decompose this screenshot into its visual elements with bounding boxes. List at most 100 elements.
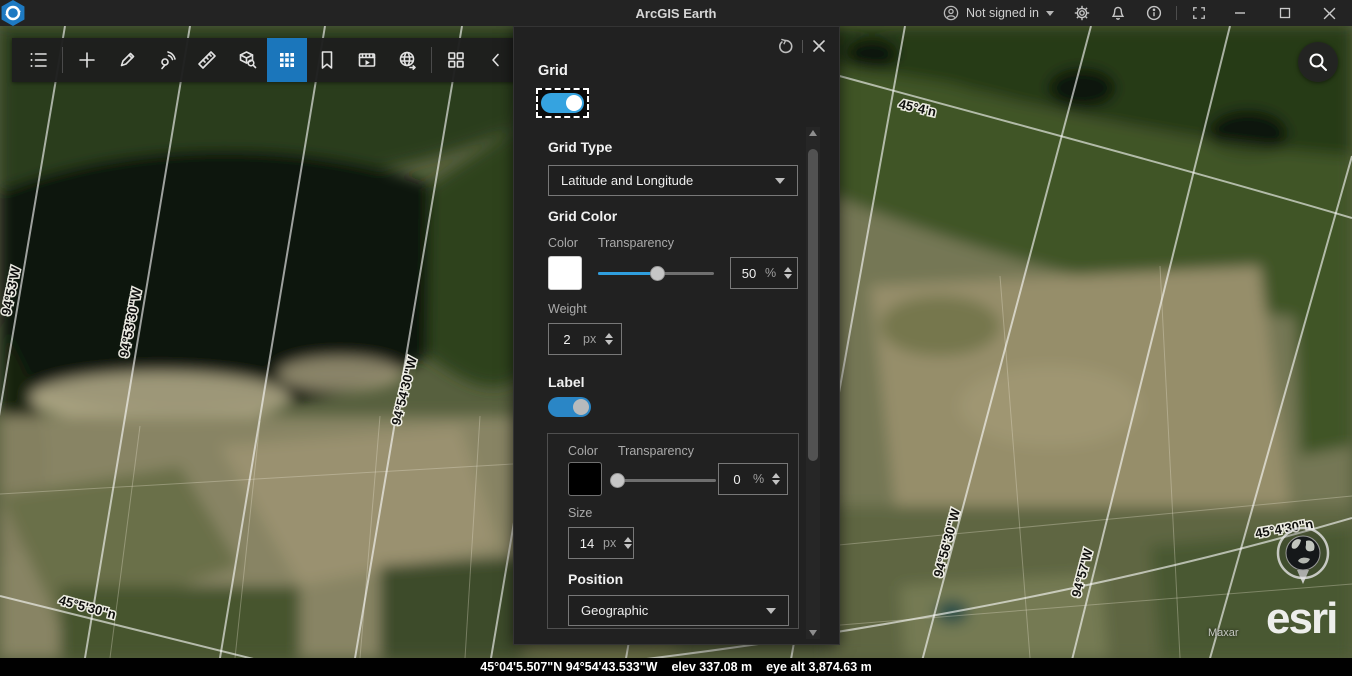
- label-color-label: Color: [568, 444, 598, 458]
- scroll-up-button[interactable]: [806, 127, 820, 139]
- spin-up-icon[interactable]: [605, 333, 613, 338]
- cube-search-icon: [236, 49, 258, 71]
- spinner-arrows[interactable]: [776, 267, 792, 279]
- info-icon: [1146, 5, 1162, 21]
- grid-type-value: Latitude and Longitude: [561, 173, 693, 188]
- panel-title: Grid: [538, 63, 568, 79]
- bookmark-icon: [316, 49, 338, 71]
- spinner-arrows[interactable]: [616, 537, 632, 549]
- pencil-icon: [116, 49, 138, 71]
- toolbar-grid[interactable]: [267, 38, 307, 82]
- toolbar-analysis[interactable]: [227, 38, 267, 82]
- sign-in-label: Not signed in: [966, 6, 1039, 20]
- apps-grid-icon: [445, 49, 467, 71]
- maximize-icon: [1279, 7, 1291, 19]
- label-color-swatch[interactable]: [568, 462, 602, 496]
- label-transparency-label: Transparency: [618, 444, 694, 458]
- close-window-button[interactable]: [1307, 0, 1352, 26]
- close-panel-button[interactable]: [810, 37, 828, 55]
- compass-icon: [1272, 524, 1334, 598]
- compass-navigator[interactable]: [1272, 524, 1334, 598]
- title-bar: ArcGIS Earth Not signed in: [0, 0, 1352, 26]
- spin-down-icon[interactable]: [772, 480, 780, 485]
- scrollbar-thumb[interactable]: [808, 149, 818, 461]
- spin-down-icon[interactable]: [605, 340, 613, 345]
- spin-down-icon[interactable]: [784, 274, 792, 279]
- ruler-icon: [196, 49, 218, 71]
- position-select[interactable]: Geographic: [568, 595, 789, 626]
- grid-type-select[interactable]: Latitude and Longitude: [548, 165, 798, 196]
- slider-track: [612, 479, 716, 482]
- toolbar-measure[interactable]: [187, 38, 227, 82]
- weight-spinner[interactable]: 2 px: [548, 323, 622, 355]
- bell-icon: [1110, 5, 1126, 21]
- label-toggle[interactable]: [548, 397, 591, 417]
- minimize-button[interactable]: [1217, 0, 1262, 26]
- about-button[interactable]: [1136, 0, 1172, 26]
- map-viewport[interactable]: 94°53'W94°53'30"W94°54'30"W94°56'30"W94°…: [0, 26, 1352, 658]
- add-icon: [76, 49, 98, 71]
- weight-value: 2: [557, 332, 577, 347]
- toggle-knob: [573, 399, 589, 415]
- label-transparency-unit: %: [753, 472, 764, 486]
- label-transparency-spinner[interactable]: 0 %: [718, 463, 788, 495]
- close-icon: [1323, 7, 1336, 20]
- grid-toggle-focus-ring: [536, 88, 589, 118]
- grid-settings-panel: Grid Grid Type Latitude and Longitude Gr…: [513, 26, 840, 645]
- label-transparency-slider[interactable]: [612, 471, 716, 489]
- grid-transparency-unit: %: [765, 266, 776, 280]
- toolbar-add-data[interactable]: [67, 38, 107, 82]
- position-value: Geographic: [581, 603, 648, 618]
- titlebar-divider: [1176, 6, 1177, 20]
- spin-up-icon[interactable]: [624, 537, 632, 542]
- weight-label: Weight: [548, 302, 587, 316]
- chevron-down-icon: [1046, 11, 1054, 16]
- toolbar-table-of-contents[interactable]: [18, 38, 58, 82]
- grid-icon: [276, 49, 298, 71]
- grid-transparency-spinner[interactable]: 50 %: [730, 257, 798, 289]
- grid-toggle[interactable]: [541, 93, 584, 113]
- settings-button[interactable]: [1064, 0, 1100, 26]
- fullscreen-button[interactable]: [1181, 0, 1217, 26]
- toolbar-divider: [62, 47, 63, 73]
- sign-in-menu[interactable]: Not signed in: [933, 0, 1064, 26]
- size-value: 14: [577, 536, 597, 551]
- toolbar-draw[interactable]: [107, 38, 147, 82]
- spinner-arrows[interactable]: [597, 333, 613, 345]
- spin-up-icon[interactable]: [784, 267, 792, 272]
- search-icon: [1307, 51, 1329, 73]
- satellite-dish-icon: [156, 49, 178, 71]
- scroll-down-button[interactable]: [806, 627, 820, 639]
- spinner-arrows[interactable]: [764, 473, 780, 485]
- toolbar-animation[interactable]: [347, 38, 387, 82]
- size-unit: px: [603, 536, 616, 550]
- minimize-icon: [1234, 7, 1246, 19]
- reset-button[interactable]: [776, 37, 794, 55]
- toolbar-basemap[interactable]: [387, 38, 427, 82]
- arcgis-earth-window: ArcGIS Earth Not signed in: [0, 0, 1352, 676]
- spin-down-icon[interactable]: [624, 544, 632, 549]
- grid-color-swatch[interactable]: [548, 256, 582, 290]
- grid-transparency-slider[interactable]: [598, 264, 714, 282]
- toolbar-apps[interactable]: [436, 38, 476, 82]
- maximize-button[interactable]: [1262, 0, 1307, 26]
- label-heading: Label: [548, 374, 585, 390]
- toolbar-divider: [431, 47, 432, 73]
- label-settings-group: Color Transparency 0 % Size 14 px: [547, 433, 799, 629]
- slider-thumb[interactable]: [610, 473, 625, 488]
- toolbar-track[interactable]: [147, 38, 187, 82]
- app-logo-icon: [0, 0, 26, 26]
- panel-scrollbar[interactable]: [806, 127, 820, 639]
- user-avatar-icon: [943, 5, 959, 21]
- search-button[interactable]: [1298, 42, 1338, 82]
- map-attribution: Maxar: [1208, 627, 1239, 639]
- notifications-button[interactable]: [1100, 0, 1136, 26]
- toolbar-collapse[interactable]: [476, 38, 516, 82]
- size-spinner[interactable]: 14 px: [568, 527, 634, 559]
- chevron-down-icon: [766, 608, 776, 614]
- slider-fill: [598, 272, 658, 275]
- spin-up-icon[interactable]: [772, 473, 780, 478]
- scroll-down-icon: [809, 630, 817, 636]
- slider-thumb[interactable]: [650, 266, 665, 281]
- toolbar-bookmarks[interactable]: [307, 38, 347, 82]
